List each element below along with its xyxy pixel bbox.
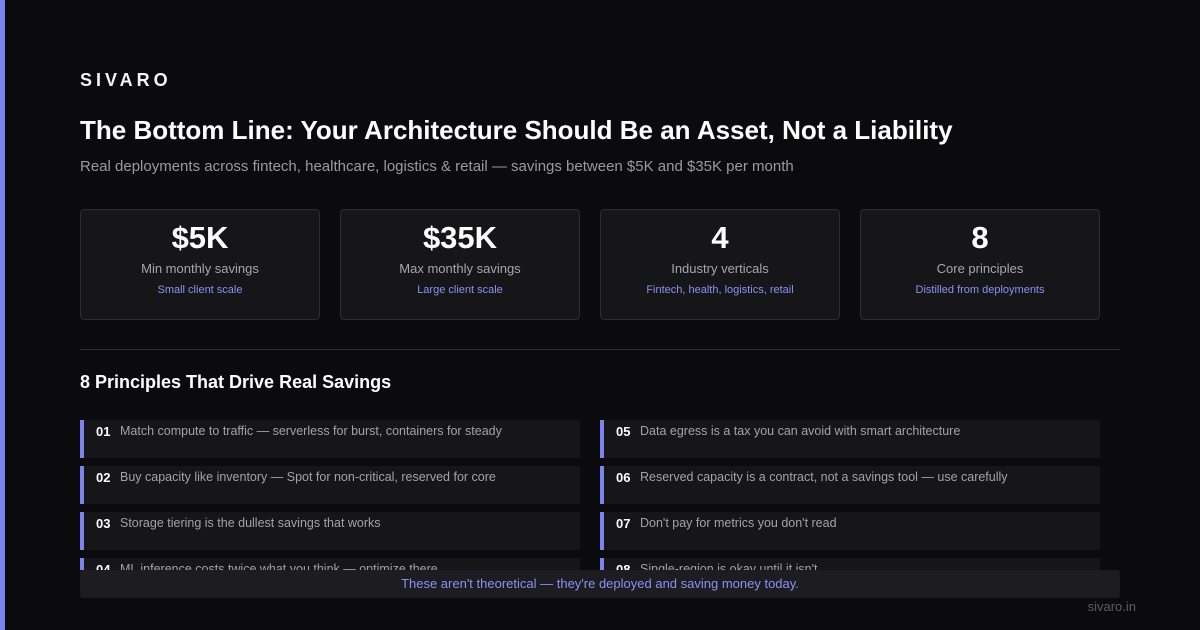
principle-item-06: 06 Reserved capacity is a contract, not … [600,466,1100,504]
stat-note: Small client scale [157,284,243,296]
principle-text: Match compute to traffic — serverless fo… [120,424,502,438]
stat-value: $5K [171,220,229,255]
principle-item-08: 08 Single-region is okay until it isn't [600,558,1100,570]
principle-item-01: 01 Match compute to traffic — serverless… [80,420,580,458]
principle-item-03: 03 Storage tiering is the dullest saving… [80,512,580,550]
stat-value: $35K [422,220,498,255]
principle-number: 02 [96,470,111,485]
principle-number: 06 [616,470,631,485]
principle-number: 04 [96,562,111,570]
accent-bar [0,0,5,630]
stats-row: $5K Min monthly savings Small client sca… [80,209,1100,320]
stat-note: Fintech, health, logistics, retail [646,284,794,296]
stat-card-max-savings: $35K Max monthly savings Large client sc… [340,209,580,320]
stat-label: Core principles [936,261,1024,276]
stat-note: Distilled from deployments [915,284,1045,296]
closing-banner: These aren't theoretical — they're deplo… [80,570,1120,598]
stat-card-industry-verticals: 4 Industry verticals Fintech, health, lo… [600,209,840,320]
principle-number: 05 [616,424,631,439]
section-title: 8 Principles That Drive Real Savings [80,372,392,392]
principle-text: Single-region is okay until it isn't [640,562,818,570]
principle-item-07: 07 Don't pay for metrics you don't read [600,512,1100,550]
principle-item-05: 05 Data egress is a tax you can avoid wi… [600,420,1100,458]
principles-grid: 01 Match compute to traffic — serverless… [80,420,1100,570]
page-title: The Bottom Line: Your Architecture Shoul… [80,115,953,145]
principle-number: 01 [96,424,111,439]
principle-text: Data egress is a tax you can avoid with … [640,424,961,438]
section-divider [80,349,1120,350]
principle-text: Storage tiering is the dullest savings t… [120,516,381,530]
brand-logo: SIVARO [80,70,172,90]
footer-url: sivaro.in [1087,599,1136,614]
principle-item-04: 04 ML inference costs twice what you thi… [80,558,580,570]
stat-value: 4 [711,220,729,255]
stat-label: Industry verticals [671,261,769,276]
principle-text: Reserved capacity is a contract, not a s… [640,470,1008,484]
stat-card-min-savings: $5K Min monthly savings Small client sca… [80,209,320,320]
principle-item-02: 02 Buy capacity like inventory — Spot fo… [80,466,580,504]
stat-card-core-principles: 8 Core principles Distilled from deploym… [860,209,1100,320]
stat-label: Min monthly savings [141,261,259,276]
principle-number: 08 [616,562,631,570]
page-subtitle: Real deployments across fintech, healthc… [80,158,794,175]
stat-label: Max monthly savings [399,261,521,276]
principle-text: Don't pay for metrics you don't read [640,516,837,530]
principle-number: 03 [96,516,111,531]
principle-text: Buy capacity like inventory — Spot for n… [120,470,496,484]
stat-note: Large client scale [417,284,503,296]
principle-number: 07 [616,516,631,531]
principle-text: ML inference costs twice what you think … [120,562,438,570]
stat-value: 8 [971,220,989,255]
